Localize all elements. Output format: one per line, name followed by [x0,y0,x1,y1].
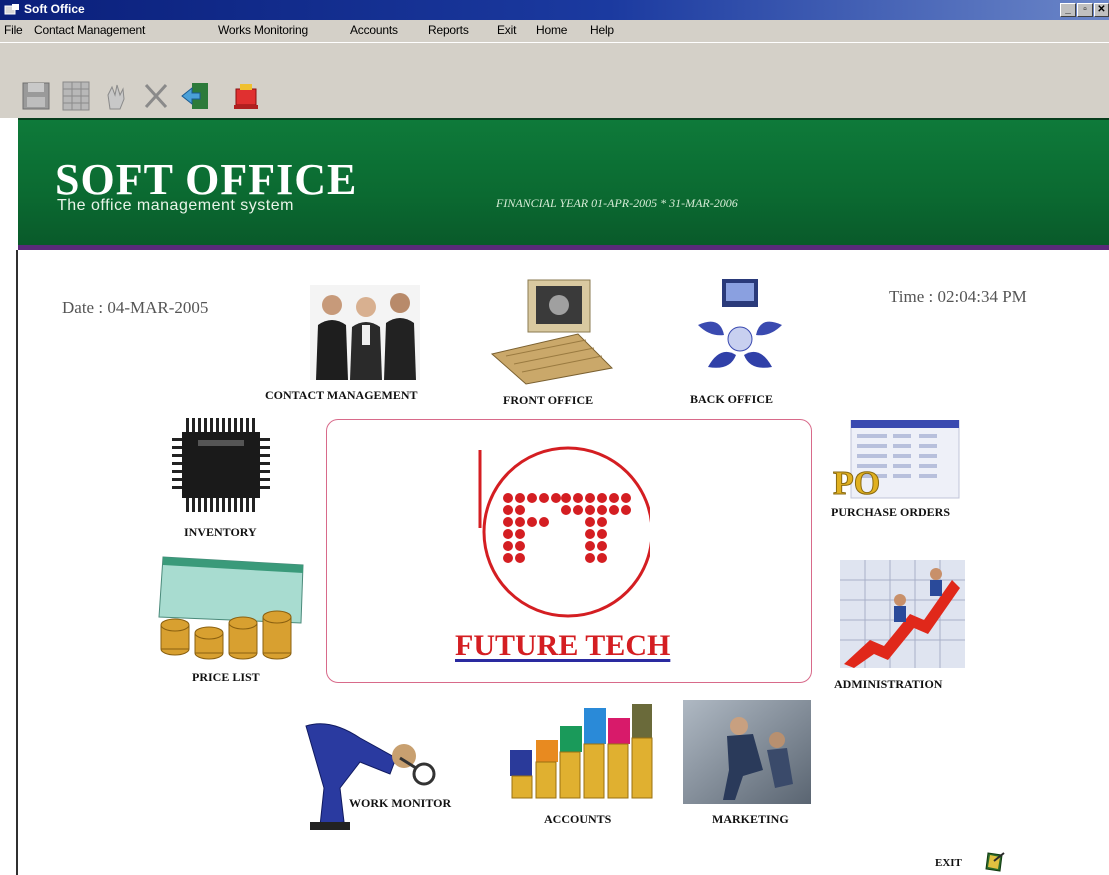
purchase-orders-label[interactable]: PURCHASE ORDERS [831,505,950,520]
menu-exit[interactable]: Exit [497,23,516,37]
menu-accounts[interactable]: Accounts [350,23,398,37]
contact-management-icon[interactable] [310,285,420,380]
price-list-label[interactable]: PRICE LIST [192,670,260,685]
alarm-icon[interactable] [230,79,262,113]
work-monitor-label[interactable]: WORK MONITOR [349,796,451,811]
purchase-orders-icon[interactable]: PO [833,420,963,500]
hand-icon[interactable] [100,79,132,113]
front-office-icon[interactable] [486,276,616,386]
menu-contact-management[interactable]: Contact Management [34,23,145,37]
brand-subtitle: The office management system [57,197,294,214]
po-badge-text: PO [833,465,880,500]
menu-home[interactable]: Home [536,23,567,37]
accounts-label[interactable]: ACCOUNTS [544,812,611,827]
price-list-icon[interactable] [153,553,313,663]
menu-works-monitoring[interactable]: Works Monitoring [218,23,308,37]
time-display: Time : 02:04:34 PM [889,287,1027,306]
close-button[interactable]: ✕ [1094,3,1109,17]
back-office-label[interactable]: BACK OFFICE [690,392,773,407]
inventory-label[interactable]: INVENTORY [184,525,257,540]
cross-icon[interactable] [140,79,172,113]
exit-label[interactable]: EXIT [935,857,962,869]
future-tech-logo-icon [478,446,650,618]
toolbar [0,42,1109,118]
title-bar [0,0,1109,20]
date-display: Date : 04-MAR-2005 [62,298,209,317]
app-icon [4,4,19,15]
exit-door-icon[interactable] [180,79,212,113]
minimize-button[interactable]: _ [1060,3,1076,17]
menu-bar: File Contact Management Works Monitoring… [0,20,1109,42]
exit-door-icon[interactable] [984,851,1006,873]
menu-file[interactable]: File [4,23,23,37]
save-icon[interactable] [20,79,52,113]
marketing-label[interactable]: MARKETING [712,812,789,827]
administration-icon[interactable] [840,560,965,668]
menu-help[interactable]: Help [590,23,614,37]
financial-year: FINANCIAL YEAR 01-APR-2005 * 31-MAR-2006 [496,196,738,210]
restore-button[interactable]: ▫ [1077,3,1093,17]
front-office-label[interactable]: FRONT OFFICE [503,393,593,408]
marketing-icon[interactable] [683,700,811,804]
left-frame-border [16,250,18,875]
work-monitor-icon[interactable] [300,718,440,830]
window-title: Soft Office [24,2,85,16]
contact-management-label[interactable]: CONTACT MANAGEMENT [265,388,418,403]
accounts-icon[interactable] [508,704,653,800]
administration-label[interactable]: ADMINISTRATION [834,677,942,692]
back-office-icon[interactable] [690,275,790,380]
inventory-icon[interactable] [172,418,282,518]
grid-icon[interactable] [60,79,92,113]
menu-reports[interactable]: Reports [428,23,469,37]
future-tech-logo-text: FUTURE TECH [455,629,671,662]
